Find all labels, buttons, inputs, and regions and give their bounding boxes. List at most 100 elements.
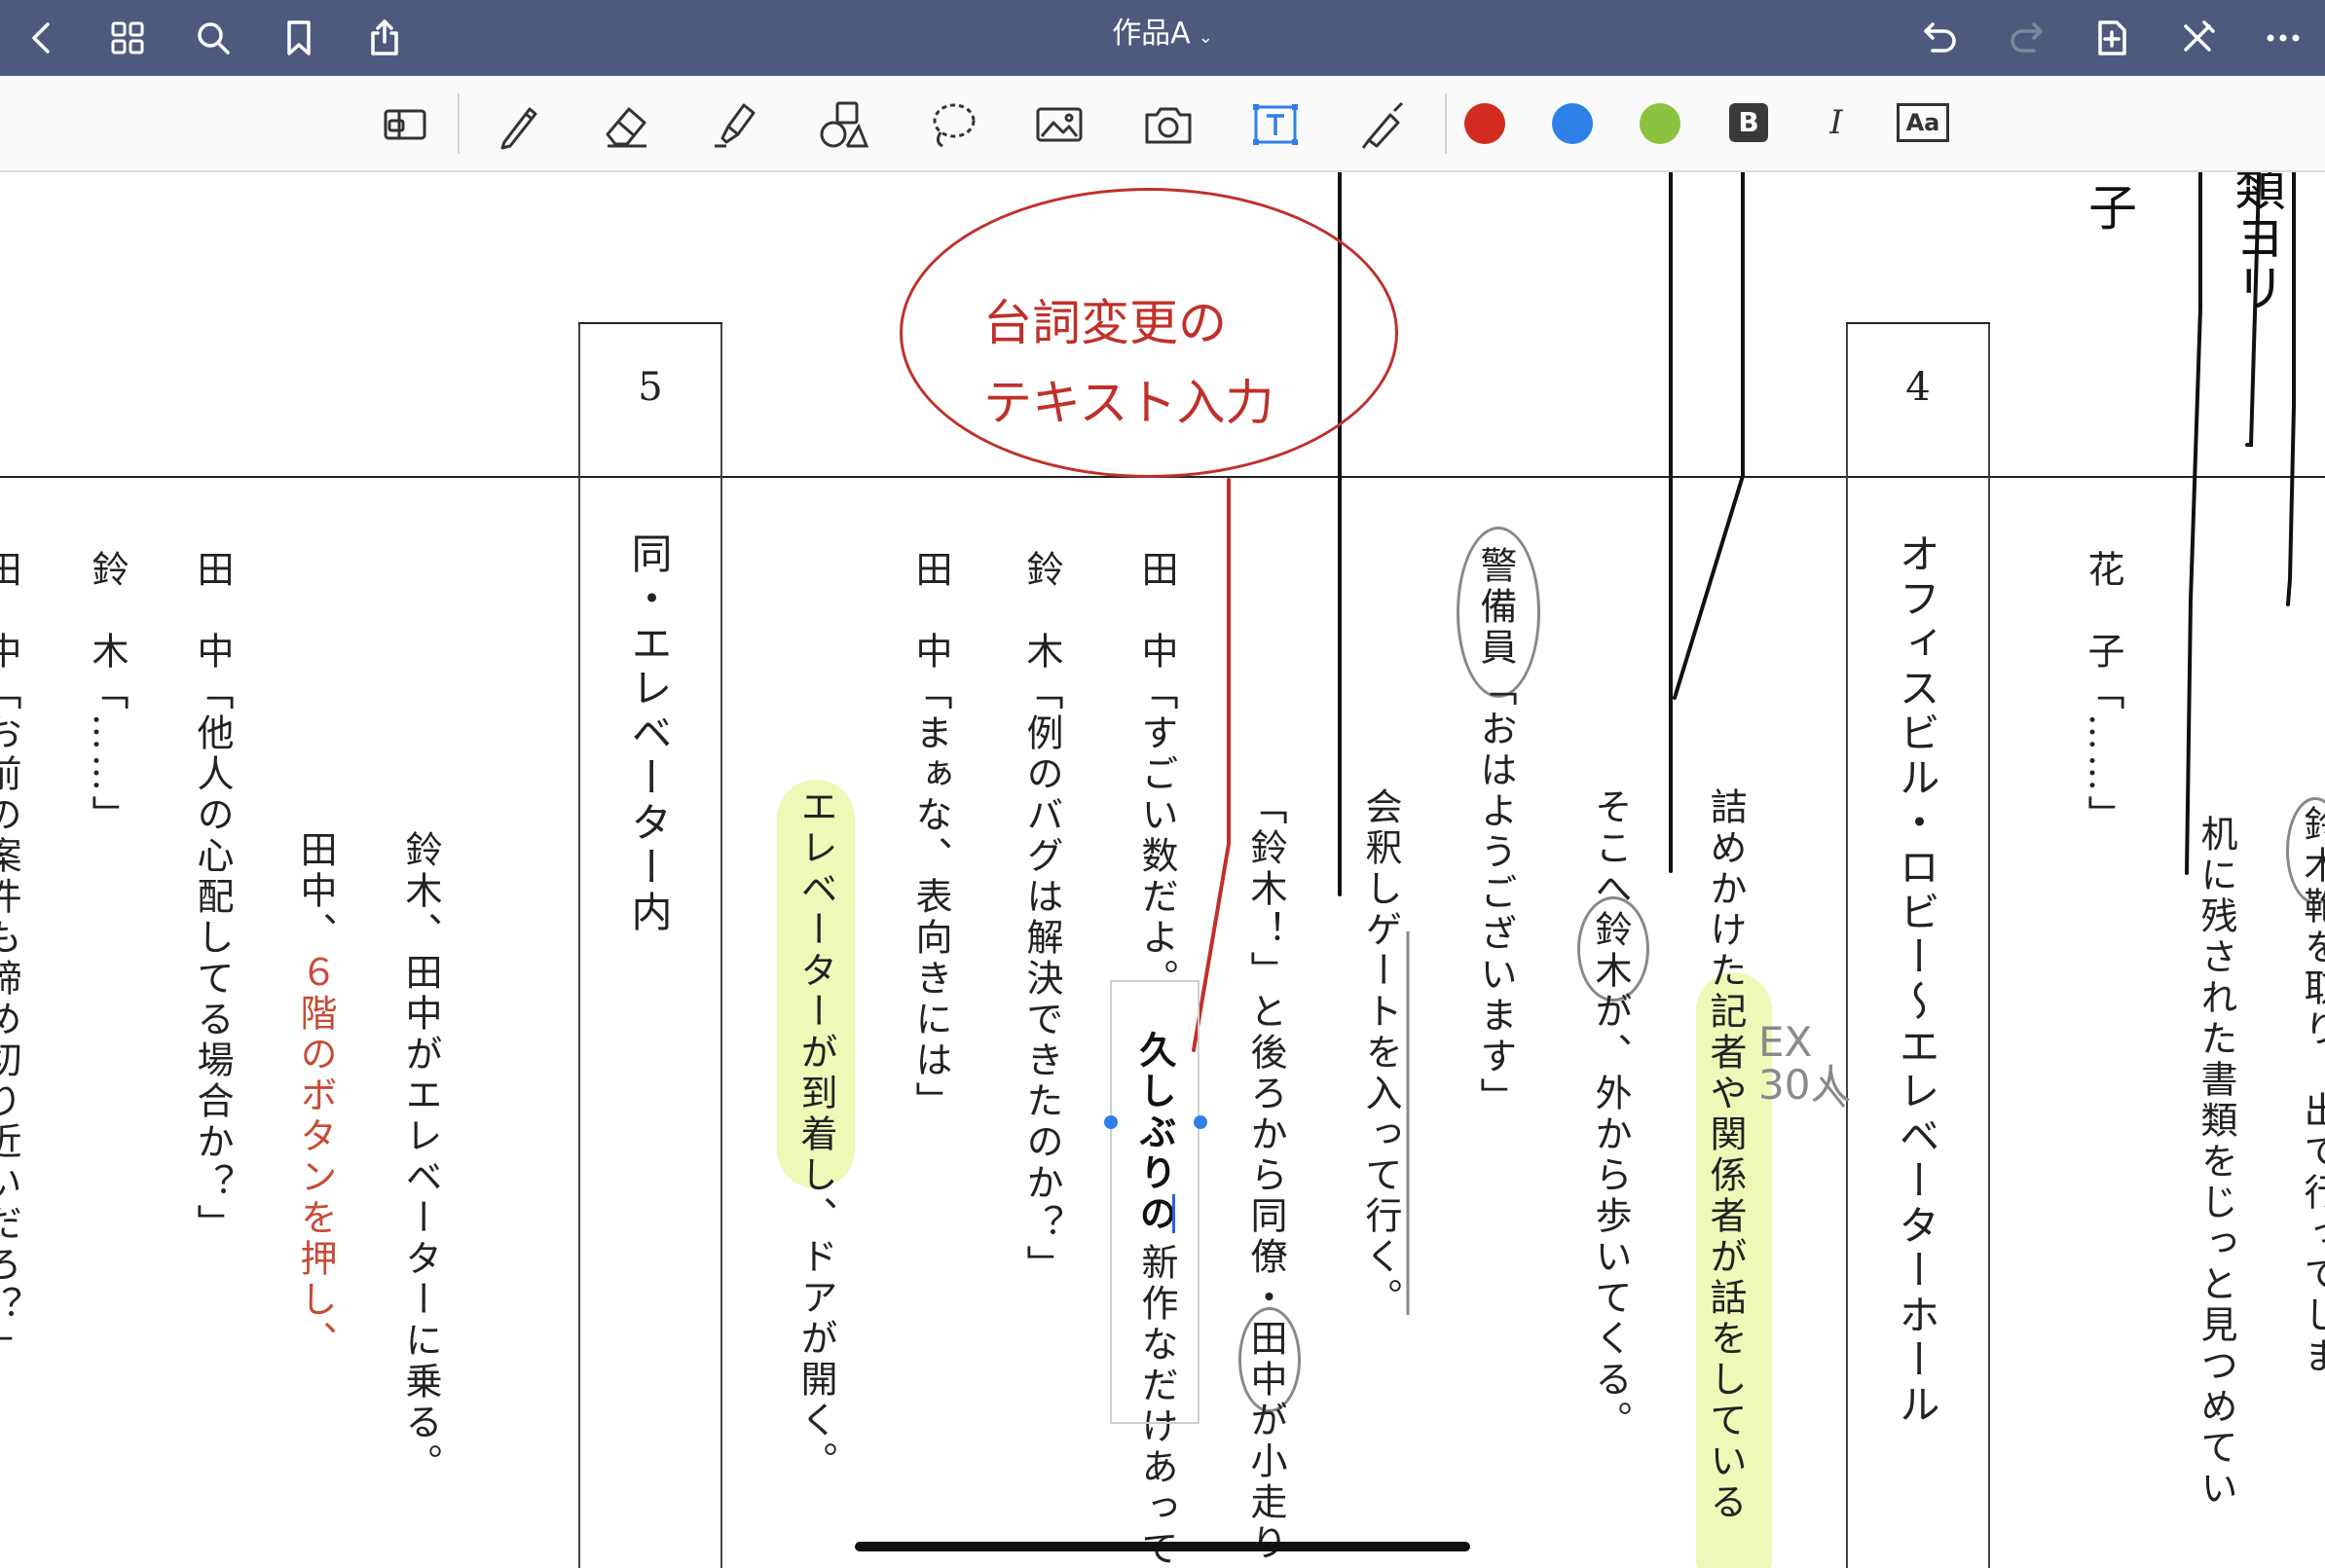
action-line: そこへ鈴木が、外から歩いてくる。	[1589, 787, 1632, 1441]
action-line: 詰めかけた記者や関係者が話をしている	[1704, 787, 1747, 1523]
home-indicator[interactable]	[855, 1542, 1470, 1551]
image-tool-button[interactable]	[1028, 93, 1090, 156]
color-swatch-red[interactable]	[1464, 103, 1505, 144]
action-line: 机に残された書類をじっと見つめてい	[2195, 815, 2237, 1510]
text-style-button[interactable]: Aa	[1897, 103, 1949, 142]
highlighter-tool-button[interactable]	[703, 93, 765, 156]
back-button[interactable]	[16, 12, 68, 64]
dialogue-text: 「おはようございます」	[1474, 669, 1517, 1118]
eraser-icon	[606, 107, 646, 148]
layout-icon	[384, 109, 426, 140]
text-tool-icon	[1253, 104, 1298, 145]
laser-pointer-icon	[1361, 101, 1404, 149]
pen-icon	[500, 107, 537, 150]
text-box-resize-handle[interactable]	[1194, 1115, 1207, 1129]
camera-tool-button[interactable]	[1137, 93, 1199, 156]
close-pen-icon	[2184, 20, 2215, 52]
search-icon	[198, 22, 230, 55]
action-line: 鈴木鞄を取り、出て行ってしま	[2298, 805, 2325, 1377]
circled-character-name: 鈴木	[1589, 910, 1632, 992]
lasso-icon	[933, 103, 976, 148]
text-box-input[interactable]: 久しぶりの	[1133, 1031, 1176, 1235]
top-navigation-bar: 作品A ⌄	[0, 0, 2325, 76]
undo-button[interactable]	[1914, 12, 1967, 64]
drawing-toolbar: B I Aa	[0, 76, 2325, 172]
image-icon	[1036, 107, 1083, 142]
chevron-down-icon: ⌄	[1198, 27, 1213, 48]
action-text: 詰めかけ	[1704, 787, 1747, 951]
add-page-icon	[2098, 20, 2126, 55]
add-page-button[interactable]	[2085, 12, 2138, 64]
action-text: が小走り	[1244, 1401, 1287, 1564]
dialogue-line: 鈴 木「……」	[86, 550, 129, 836]
action-text: が、外から歩いてくる。	[1589, 992, 1632, 1441]
dialogue-line: 田 中「すごい数だよ。	[1135, 550, 1178, 1000]
handwritten-note: 類ヨリ	[2226, 172, 2284, 312]
thumbnails-button[interactable]	[101, 12, 154, 64]
grid-icon	[111, 21, 144, 55]
annotation-count-label: 30人	[1758, 1061, 1852, 1109]
highlighted-text: エレベーターが到着	[794, 787, 837, 1155]
dialogue-line: 田 中「他人の心配してる場合か？」	[191, 550, 234, 1245]
action-line: 鈴木、田中がエレベーターに乗る。	[399, 830, 442, 1484]
screenplay-page[interactable]: 5 同・エレベーター内 4 オフィスビル・ロビー～エレベーターホール 子 類ヨリ…	[0, 172, 2325, 1568]
document-title-button[interactable]: 作品A ⌄	[1065, 0, 1260, 68]
extras-annotation: EX 30人	[1758, 1021, 1851, 1107]
text-box-editor[interactable]: 久しぶりの	[1110, 980, 1199, 1424]
redo-button[interactable]	[2000, 12, 2052, 64]
bold-button[interactable]: B	[1729, 103, 1768, 142]
circled-character-name: 鈴木	[2298, 805, 2325, 887]
back-icon	[32, 22, 50, 54]
callout-line: 台詞変更の	[983, 295, 1227, 351]
action-line: 「鈴木！」と後ろから同僚・田中が小走り	[1244, 787, 1287, 1564]
more-button[interactable]	[2257, 12, 2309, 64]
circled-character-name: 警備員	[1474, 546, 1517, 669]
document-title: 作品A	[1112, 17, 1191, 51]
toolbar-divider	[1445, 93, 1447, 154]
layout-button[interactable]	[374, 93, 436, 156]
action-text: そこへ	[1589, 787, 1632, 910]
action-text: 鞄を取り、出て行ってしま	[2298, 887, 2325, 1377]
handwritten-note: 子	[2081, 182, 2137, 235]
annotation-ex-label: EX	[1758, 1018, 1813, 1066]
callout-text[interactable]: 台詞変更の テキスト入力	[983, 283, 1353, 443]
dialogue-line: 田 中「まぁな、表向きには」	[909, 550, 952, 1122]
pen-tool-button[interactable]	[487, 93, 549, 156]
action-text: 「鈴木！」と後ろから同僚・	[1244, 787, 1287, 1319]
red-text-annotation: ６階のボタンを押し、	[294, 953, 337, 1362]
callout-line: テキスト入力	[983, 375, 1274, 431]
circled-character-name: 田中	[1244, 1319, 1287, 1401]
lasso-tool-button[interactable]	[921, 93, 983, 156]
italic-button[interactable]: I	[1817, 99, 1856, 146]
action-line: 会釈しゲートを入って行く。	[1359, 787, 1402, 1319]
share-button[interactable]	[358, 12, 411, 64]
action-line: エレベーターが到着し、ドアが開く。	[794, 787, 837, 1482]
camera-icon	[1145, 107, 1192, 144]
color-swatch-blue[interactable]	[1552, 103, 1593, 144]
undo-icon	[1924, 22, 1956, 53]
redo-icon	[2011, 22, 2043, 53]
text-box-resize-handle[interactable]	[1104, 1115, 1118, 1129]
dialogue-line: 花 子「……」	[2082, 550, 2124, 836]
action-text: 田中、	[294, 830, 337, 953]
dialogue-line: 鈴 木「例のバグは解決できたのか？」	[1020, 550, 1063, 1286]
text-tool-button[interactable]	[1244, 93, 1307, 156]
more-icon	[2267, 34, 2300, 42]
highlighter-icon	[715, 103, 756, 148]
search-button[interactable]	[187, 12, 240, 64]
text-cursor	[1172, 1194, 1175, 1233]
dialogue-line: 田 中「お前の案件も締め切り近いだろ？」	[0, 550, 21, 1367]
action-line: 田中、６階のボタンを押し、	[294, 830, 337, 1362]
share-icon	[371, 19, 398, 55]
color-swatch-green[interactable]	[1640, 103, 1680, 144]
action-text: し、ドアが開く。	[794, 1155, 837, 1482]
bookmark-button[interactable]	[273, 12, 325, 64]
dialogue-line: 警備員「おはようございます」	[1474, 546, 1517, 1118]
highlighted-text: た記者や関係者が話をしている	[1704, 951, 1747, 1523]
laser-pointer-button[interactable]	[1351, 93, 1414, 156]
toolbar-divider	[458, 93, 460, 154]
close-pen-button[interactable]	[2171, 12, 2224, 64]
shapes-tool-button[interactable]	[812, 93, 874, 156]
shapes-icon	[820, 101, 869, 148]
eraser-tool-button[interactable]	[596, 93, 658, 156]
